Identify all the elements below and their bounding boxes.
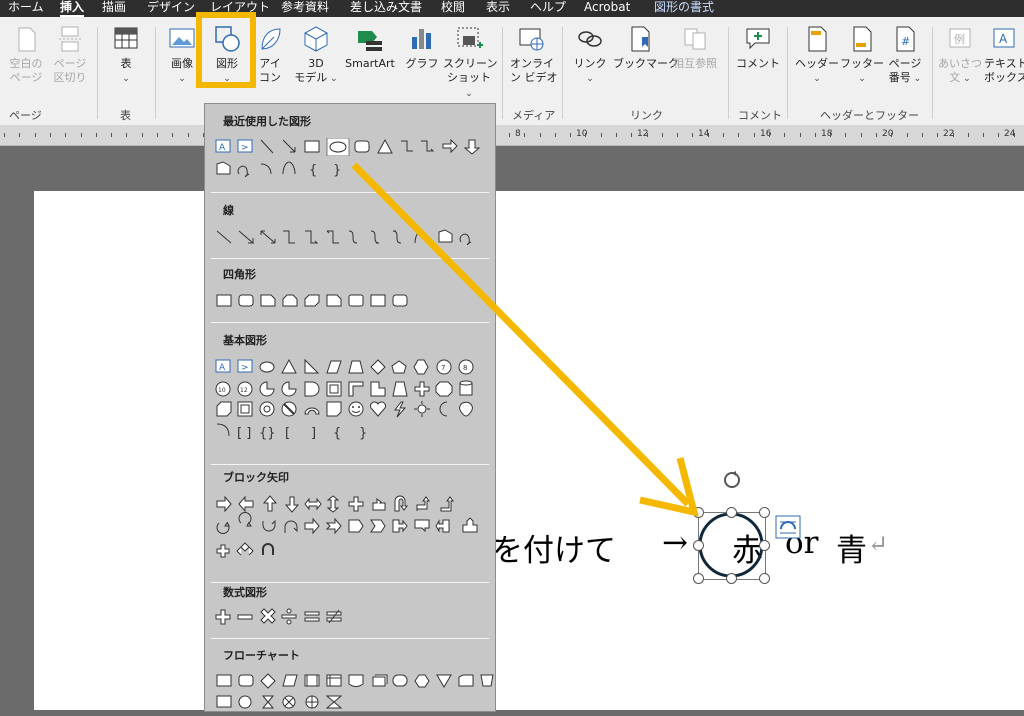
annotation-arrow-layer <box>351 162 699 517</box>
annotation-arrow-icon <box>351 162 691 507</box>
